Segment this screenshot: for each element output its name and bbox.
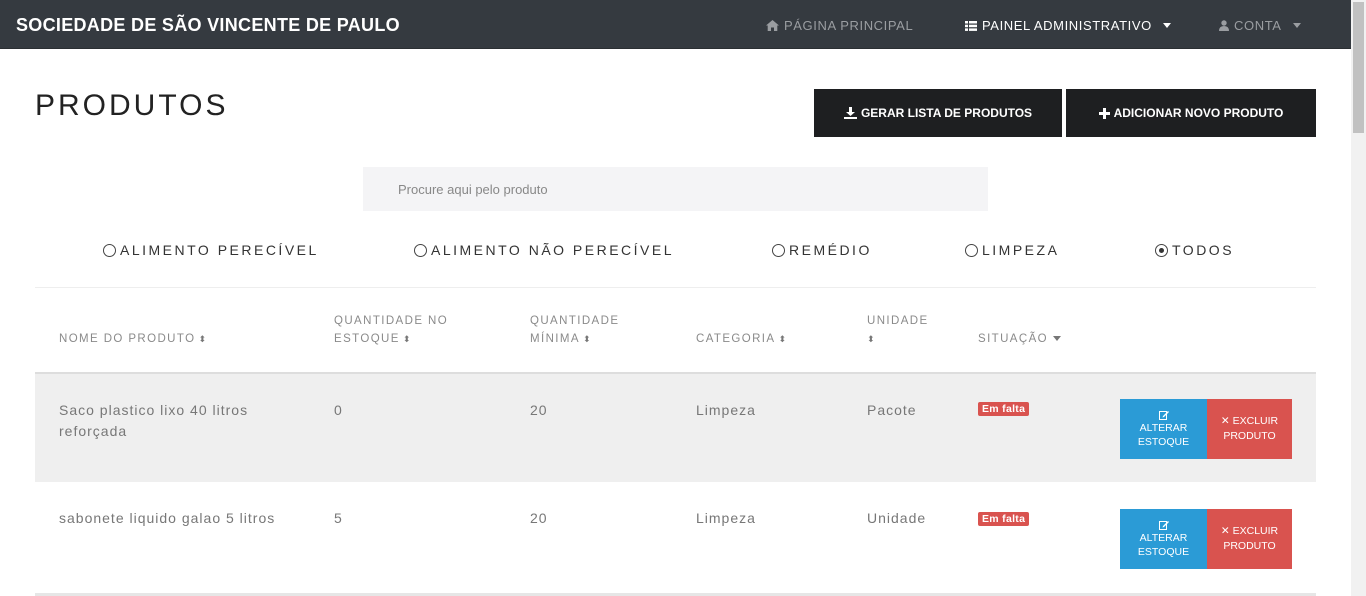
divider [35, 287, 1316, 288]
plus-icon [1098, 107, 1110, 119]
product-name-line: reforçada [59, 423, 128, 439]
sort-icon[interactable]: ⬍ [198, 334, 207, 344]
minimum-value: 20 [530, 402, 548, 418]
alter-label: ALTERAR [1139, 531, 1188, 544]
status-badge: Em falta [978, 512, 1030, 526]
category-value: Limpeza [696, 510, 756, 526]
download-icon [843, 107, 857, 119]
minimum-value: 20 [530, 510, 548, 526]
page-title: PRODUTOS [35, 89, 229, 122]
delete-label: PRODUTO [1223, 430, 1276, 442]
sort-desc-icon[interactable] [1053, 336, 1061, 342]
filter-label: ALIMENTO PERECÍVEL [120, 242, 319, 258]
table-row: Saco plastico lixo 40 litros reforçada 0… [35, 372, 1316, 482]
nav-admin-label: PAINEL ADMINISTRATIVO [982, 18, 1152, 33]
delete-product-button[interactable]: ✕ EXCLUIR PRODUTO [1207, 399, 1292, 459]
add-product-label: ADICIONAR NOVO PRODUTO [1113, 106, 1284, 120]
alter-label: ESTOQUE [1137, 545, 1190, 558]
radio-button[interactable] [103, 243, 116, 257]
column-header-minimum[interactable]: QUANTIDADE MÍNIMA ⬍ [530, 312, 619, 348]
header-label: CATEGORIA [696, 333, 776, 345]
filter-alimento-perecivel[interactable]: ALIMENTO PERECÍVEL [103, 242, 319, 258]
table-icon [965, 20, 977, 31]
close-icon: ✕ [1220, 415, 1230, 427]
nav-home-link[interactable]: PÁGINA PRINCIPAL [766, 18, 913, 33]
alter-label: ESTOQUE [1137, 435, 1190, 448]
sort-icon[interactable]: ⬍ [778, 334, 787, 344]
unit-value: Unidade [867, 510, 927, 526]
unit-value: Pacote [867, 402, 917, 418]
top-navbar: SOCIEDADE DE SÃO VINCENTE DE PAULO PÁGIN… [0, 0, 1351, 49]
nav-account-dropdown[interactable]: CONTA [1219, 18, 1301, 33]
header-label: UNIDADE [867, 315, 929, 327]
column-header-category[interactable]: CATEGORIA ⬍ [696, 330, 787, 348]
delete-label: PRODUTO [1223, 540, 1276, 552]
category-value: Limpeza [696, 402, 756, 418]
product-search-input[interactable] [363, 167, 988, 211]
chevron-down-icon [1292, 23, 1301, 28]
radio-button[interactable] [772, 243, 785, 257]
nav-home-label: PÁGINA PRINCIPAL [784, 18, 914, 33]
close-icon: ✕ [1220, 525, 1230, 537]
filter-alimento-nao-perecivel[interactable]: ALIMENTO NÃO PERECÍVEL [414, 242, 674, 258]
filter-label: LIMPEZA [982, 242, 1060, 258]
generate-list-label: GERAR LISTA DE PRODUTOS [860, 106, 1033, 120]
filter-label: REMÉDIO [789, 242, 872, 258]
status-badge: Em falta [978, 402, 1030, 416]
radio-button[interactable] [414, 243, 427, 257]
sort-icon[interactable]: ⬍ [867, 334, 876, 344]
quantity-value: 5 [334, 510, 343, 526]
chevron-down-icon [1162, 23, 1171, 28]
product-name-line: sabonete liquido galao 5 litros [59, 510, 276, 526]
product-name: Saco plastico lixo 40 litros reforçada [59, 400, 248, 442]
header-label: ESTOQUE [334, 333, 400, 345]
nav-account-label: CONTA [1234, 18, 1282, 33]
column-header-status[interactable]: SITUAÇÃO [978, 330, 1061, 348]
header-label: QUANTIDADE [530, 315, 620, 327]
delete-label: EXCLUIR [1232, 415, 1279, 427]
delete-label: EXCLUIR [1232, 525, 1279, 537]
header-label: MÍNIMA [530, 333, 580, 345]
edit-icon [1158, 520, 1169, 530]
header-label: QUANTIDADE NO [334, 315, 449, 327]
filter-limpeza[interactable]: LIMPEZA [965, 242, 1059, 258]
add-product-button[interactable]: ADICIONAR NOVO PRODUTO [1066, 89, 1316, 137]
sort-icon[interactable]: ⬍ [583, 334, 592, 344]
alter-label: ALTERAR [1139, 421, 1188, 434]
column-header-name[interactable]: NOME DO PRODUTO ⬍ [59, 330, 207, 348]
column-header-unit[interactable]: UNIDADE ⬍ [867, 312, 929, 348]
sort-icon[interactable]: ⬍ [403, 334, 412, 344]
header-label: NOME DO PRODUTO [59, 333, 196, 345]
quantity-value: 0 [334, 402, 343, 418]
column-header-quantity[interactable]: QUANTIDADE NO ESTOQUE ⬍ [334, 312, 448, 348]
edit-icon [1158, 410, 1169, 420]
alter-stock-button[interactable]: ALTERAR ESTOQUE [1120, 509, 1207, 569]
radio-button[interactable] [965, 243, 978, 257]
scrollbar-thumb[interactable] [1353, 2, 1364, 133]
radio-button-checked[interactable] [1155, 243, 1168, 257]
table-row: sabonete liquido galao 5 litros 5 20 Lim… [35, 484, 1316, 594]
user-icon [1219, 20, 1229, 31]
filter-todos[interactable]: TODOS [1155, 242, 1234, 258]
generate-list-button[interactable]: GERAR LISTA DE PRODUTOS [814, 89, 1062, 137]
filter-remedio[interactable]: REMÉDIO [772, 242, 872, 258]
brand-title[interactable]: SOCIEDADE DE SÃO VINCENTE DE PAULO [16, 15, 400, 36]
page-scrollbar[interactable] [1351, 0, 1366, 596]
header-label: SITUAÇÃO [978, 333, 1048, 345]
filter-label: TODOS [1172, 242, 1235, 258]
delete-product-button[interactable]: ✕ EXCLUIR PRODUTO [1207, 509, 1292, 569]
home-icon [766, 20, 779, 31]
product-name-line: Saco plastico lixo 40 litros [59, 402, 249, 418]
alter-stock-button[interactable]: ALTERAR ESTOQUE [1120, 399, 1207, 459]
nav-admin-dropdown[interactable]: PAINEL ADMINISTRATIVO [965, 18, 1171, 33]
filter-label: ALIMENTO NÃO PERECÍVEL [431, 242, 675, 258]
product-name: sabonete liquido galao 5 litros [59, 508, 275, 529]
